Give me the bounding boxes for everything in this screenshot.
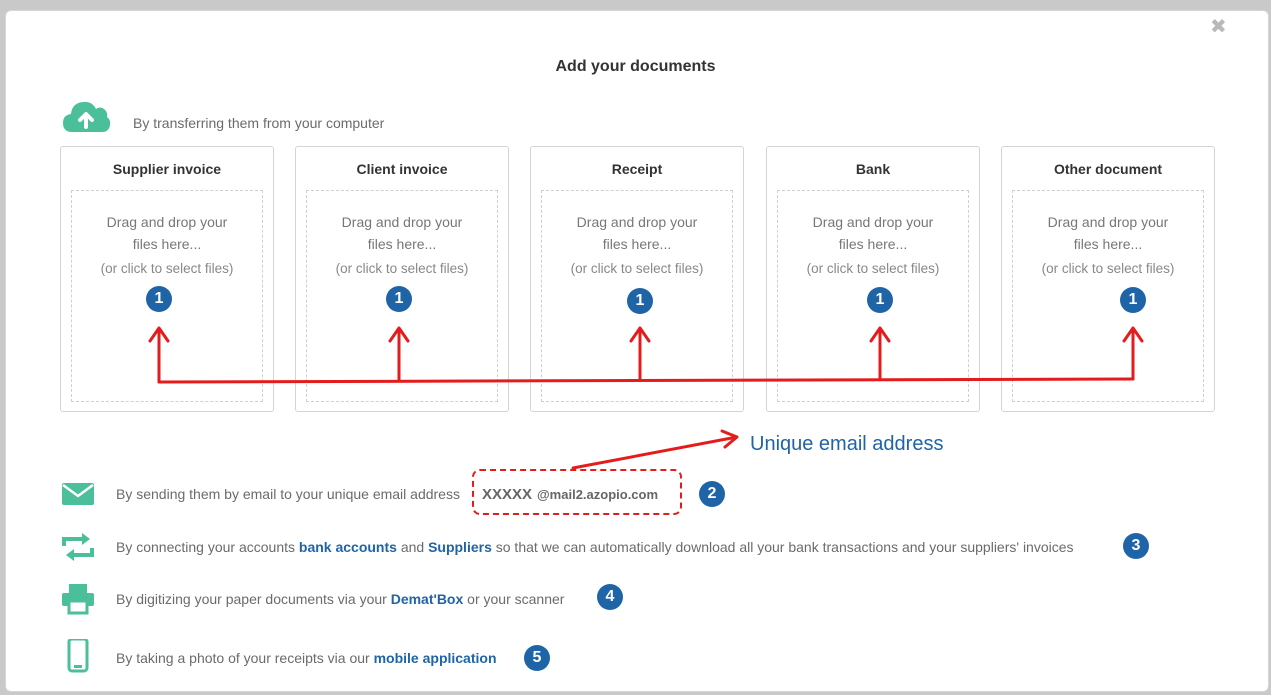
bank-accounts-link[interactable]: bank accounts xyxy=(299,539,397,555)
close-icon[interactable]: ✖ xyxy=(1210,16,1227,36)
method-connect-text-before: By connecting your accounts xyxy=(116,539,295,555)
dropzone-drag-text: Drag and drop your files here... xyxy=(106,214,228,252)
step-badge-2: 2 xyxy=(699,481,725,507)
smartphone-icon xyxy=(67,639,89,673)
dropzone-select-text: (or click to select files) xyxy=(570,261,704,276)
doc-card-client-invoice: Client invoice Drag and drop your files … xyxy=(295,146,509,412)
doc-card-other-document: Other document Drag and drop your files … xyxy=(1001,146,1215,412)
step-badge-1: 1 xyxy=(146,286,172,312)
method-email-text: By sending them by email to your unique … xyxy=(116,486,460,502)
method-scan-text-after: or your scanner xyxy=(467,591,565,607)
method-scan-text-before: By digitizing your paper documents via y… xyxy=(116,591,387,607)
dropzone-select-text: (or click to select files) xyxy=(100,261,234,276)
email-address-prefix[interactable]: XXXXX xyxy=(482,486,532,503)
email-address-domain[interactable]: @mail2.azopio.com xyxy=(537,487,658,502)
method-connect-text: By connecting your accounts bank account… xyxy=(116,539,1074,555)
dropzone-drag-text: Drag and drop your files here... xyxy=(1047,214,1169,252)
dropzone-other-document[interactable]: Drag and drop your files here... (or cli… xyxy=(1012,190,1204,402)
step-badge-1: 1 xyxy=(867,287,893,313)
dropzone-drag-text: Drag and drop your files here... xyxy=(341,214,463,252)
step-badge-3: 3 xyxy=(1123,533,1149,559)
step-badge-5: 5 xyxy=(524,645,550,671)
envelope-icon xyxy=(62,483,94,505)
method-connect-row: By connecting your accounts bank account… xyxy=(60,530,1240,564)
dropzone-select-text: (or click to select files) xyxy=(1041,261,1175,276)
suppliers-link[interactable]: Suppliers xyxy=(428,539,492,555)
sync-arrows-icon xyxy=(62,533,94,561)
method-mobile-text: By taking a photo of your receipts via o… xyxy=(116,650,497,666)
dropzone-select-text: (or click to select files) xyxy=(335,261,469,276)
doc-card-title: Client invoice xyxy=(356,161,448,177)
unique-email-annotation: Unique email address xyxy=(750,433,944,455)
step-badge-1: 1 xyxy=(1120,287,1146,313)
step-badge-1: 1 xyxy=(627,288,653,314)
dropzone-drag-text: Drag and drop your files here... xyxy=(576,214,698,252)
dematbox-link[interactable]: Demat'Box xyxy=(391,591,464,607)
method-connect-text-and: and xyxy=(400,539,425,555)
doc-card-title: Other document xyxy=(1053,161,1163,177)
method-mobile-text-before: By taking a photo of your receipts via o… xyxy=(116,650,370,666)
printer-icon xyxy=(62,584,94,615)
dialog-title: Add your documents xyxy=(555,58,716,75)
doc-card-title: Receipt xyxy=(611,161,663,177)
method-mobile-row: By taking a photo of your receipts via o… xyxy=(60,639,1240,673)
method-scan-text: By digitizing your paper documents via y… xyxy=(116,591,564,607)
step-badge-4: 4 xyxy=(597,584,623,610)
doc-card-supplier-invoice: Supplier invoice Drag and drop your file… xyxy=(60,146,274,412)
method-scan-row: By digitizing your paper documents via y… xyxy=(60,582,1240,616)
doc-card-bank: Bank Drag and drop your files here... (o… xyxy=(766,146,980,412)
step-badge-1: 1 xyxy=(386,286,412,312)
dropzone-drag-text: Drag and drop your files here... xyxy=(812,214,934,252)
method-connect-text-after: so that we can automatically download al… xyxy=(495,539,1074,555)
dropzone-select-text: (or click to select files) xyxy=(806,261,940,276)
mobile-application-link[interactable]: mobile application xyxy=(374,650,497,666)
doc-card-receipt: Receipt Drag and drop your files here...… xyxy=(530,146,744,412)
cloud-upload-icon xyxy=(63,101,111,132)
doc-card-title: Bank xyxy=(855,161,891,177)
doc-card-title: Supplier invoice xyxy=(112,161,222,177)
upload-from-computer-text: By transferring them from your computer xyxy=(133,115,385,131)
